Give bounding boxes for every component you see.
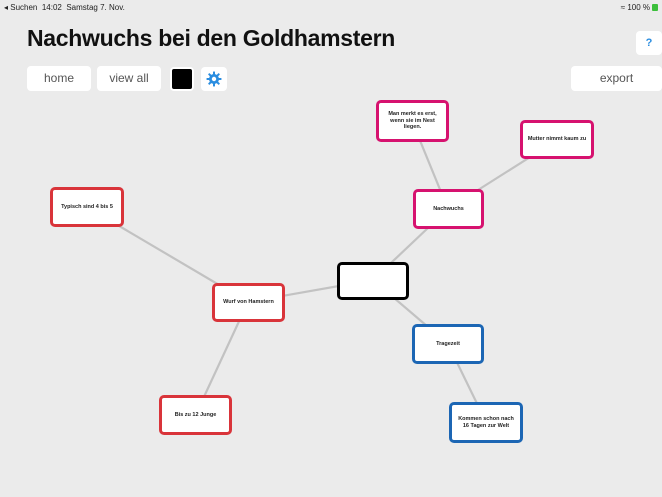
mindmap-center-node[interactable] <box>337 262 409 300</box>
mindmap-node-mutter[interactable]: Mutter nimmt kaum zu <box>520 120 594 159</box>
mindmap-node-wurf[interactable]: Wurf von Hamstern <box>212 283 285 322</box>
mindmap-node-junge[interactable]: Bis zu 12 Junge <box>159 395 232 435</box>
mindmap-canvas[interactable]: Nachwuchs Mutter nimmt kaum zu Man merkt… <box>0 0 662 497</box>
mindmap-node-typisch[interactable]: Typisch sind 4 bis 5 <box>50 187 124 227</box>
mindmap-node-merkt[interactable]: Man merkt es erst, wenn sie im Nest lieg… <box>376 100 449 142</box>
mindmap-node-tragezeit[interactable]: Tragezeit <box>412 324 484 364</box>
connector-layer <box>86 120 558 423</box>
mindmap-node-nachwuchs[interactable]: Nachwuchs <box>413 189 484 229</box>
mindmap-node-kommen[interactable]: Kommen schon nach 16 Tagen zur Welt <box>449 402 523 443</box>
